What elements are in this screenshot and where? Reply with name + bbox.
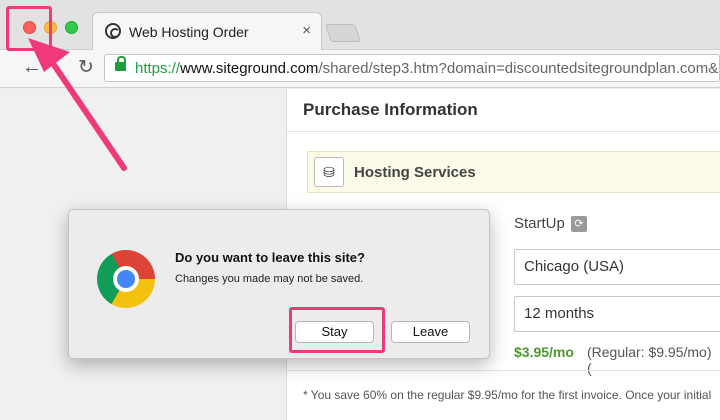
price-value: $3.95/mo <box>514 344 574 360</box>
stay-button-highlight <box>289 307 385 353</box>
close-button-highlight <box>6 6 52 51</box>
browser-toolbar: ← ↻ https://www.siteground.com/shared/st… <box>0 50 720 88</box>
leave-button[interactable]: Leave <box>391 321 470 343</box>
divider <box>287 131 720 132</box>
url-text: https://www.siteground.com/shared/step3.… <box>135 60 720 77</box>
divider <box>287 370 720 371</box>
coins-icon: ⛁ <box>314 157 344 187</box>
plan-name: StartUp <box>514 215 565 232</box>
window-zoom-button[interactable] <box>65 21 78 34</box>
siteground-favicon-icon <box>105 23 121 39</box>
period-select[interactable]: 12 months <box>514 296 720 332</box>
tab-title: Web Hosting Order <box>129 24 249 40</box>
url-path: /shared/step3.htm?domain=discountedsiteg… <box>318 60 720 77</box>
regular-price: (Regular: $9.95/mo) ( <box>587 344 712 376</box>
browser-titlebar: Web Hosting Order × <box>0 0 720 50</box>
location-select[interactable]: Chicago (USA) <box>514 249 720 285</box>
dialog-message: Changes you made may not be saved. <box>175 273 364 285</box>
back-arrow-icon[interactable]: ← <box>22 56 42 79</box>
reload-icon[interactable]: ↻ <box>78 56 94 79</box>
hosting-services-label: Hosting Services <box>354 164 476 181</box>
panel-title: Purchase Information <box>303 100 478 119</box>
hosting-services-box: ⛁ Hosting Services <box>307 151 720 193</box>
dialog-title: Do you want to leave this site? <box>175 250 365 265</box>
leave-site-dialog: Do you want to leave this site? Changes … <box>68 209 490 359</box>
browser-tab[interactable]: Web Hosting Order × <box>92 12 322 50</box>
savings-footnote: * You save 60% on the regular $9.95/mo f… <box>303 388 712 402</box>
chrome-logo-icon <box>97 250 155 308</box>
lock-icon <box>115 56 126 71</box>
refresh-icon[interactable]: ⟳ <box>571 216 587 232</box>
new-tab-button[interactable] <box>325 24 361 42</box>
tab-close-icon[interactable]: × <box>302 22 311 39</box>
url-host: www.siteground.com <box>180 60 319 77</box>
url-scheme: https:// <box>135 60 181 77</box>
address-bar[interactable]: https://www.siteground.com/shared/step3.… <box>104 54 720 82</box>
